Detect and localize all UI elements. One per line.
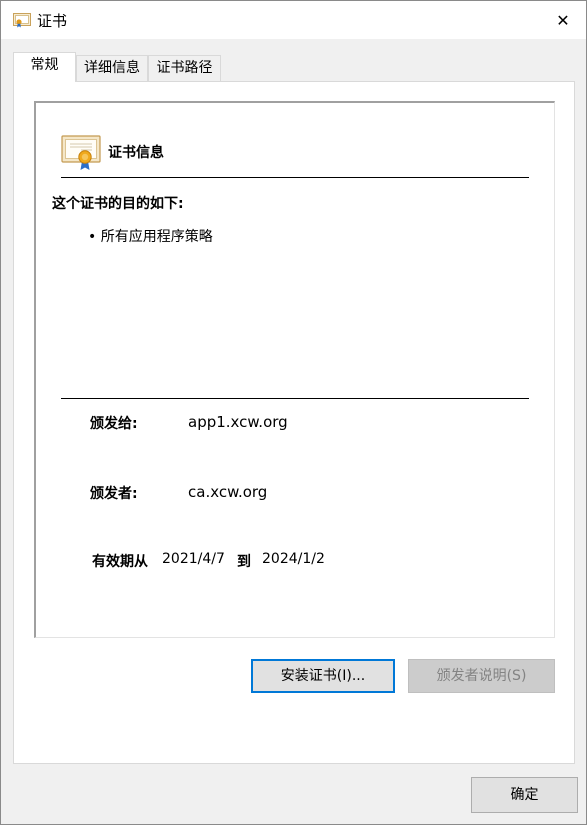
title-bar: 证书 ✕: [1, 1, 586, 39]
valid-from-label: 有效期从: [92, 554, 148, 570]
valid-to-label: 到: [237, 554, 251, 570]
issued-to-label: 颁发给:: [90, 416, 138, 432]
certificate-icon: [61, 133, 103, 171]
divider: [61, 177, 529, 178]
certificate-icon: [13, 12, 31, 28]
window-title: 证书: [37, 12, 68, 30]
divider: [61, 398, 529, 399]
certificate-info-box: 证书信息 这个证书的目的如下: • 所有应用程序策略 颁发给: app1.xcw…: [34, 101, 555, 638]
issued-by-label: 颁发者:: [90, 486, 138, 502]
tab-general[interactable]: 常规: [13, 52, 76, 82]
purpose-heading: 这个证书的目的如下:: [52, 196, 184, 212]
install-certificate-button[interactable]: 安装证书(I)...: [251, 659, 395, 693]
close-icon: ✕: [556, 10, 570, 30]
tab-certification-path[interactable]: 证书路径: [148, 55, 221, 81]
valid-from-value: 2021/4/7: [162, 551, 225, 567]
certificate-dialog: 证书 ✕ 常规 详细信息 证书路径 证书信息 这个证书的目的如下: • 所有应用…: [0, 0, 587, 825]
close-button[interactable]: ✕: [540, 1, 586, 39]
purpose-item: • 所有应用程序策略: [88, 229, 213, 245]
issued-by-value: ca.xcw.org: [188, 483, 268, 501]
issued-to-value: app1.xcw.org: [188, 413, 288, 431]
tab-details[interactable]: 详细信息: [76, 55, 148, 81]
valid-to-value: 2024/1/2: [262, 551, 325, 567]
certificate-info-title: 证书信息: [108, 145, 164, 161]
ok-button[interactable]: 确定: [471, 777, 578, 813]
issuer-statement-button: 颁发者说明(S): [408, 659, 555, 693]
